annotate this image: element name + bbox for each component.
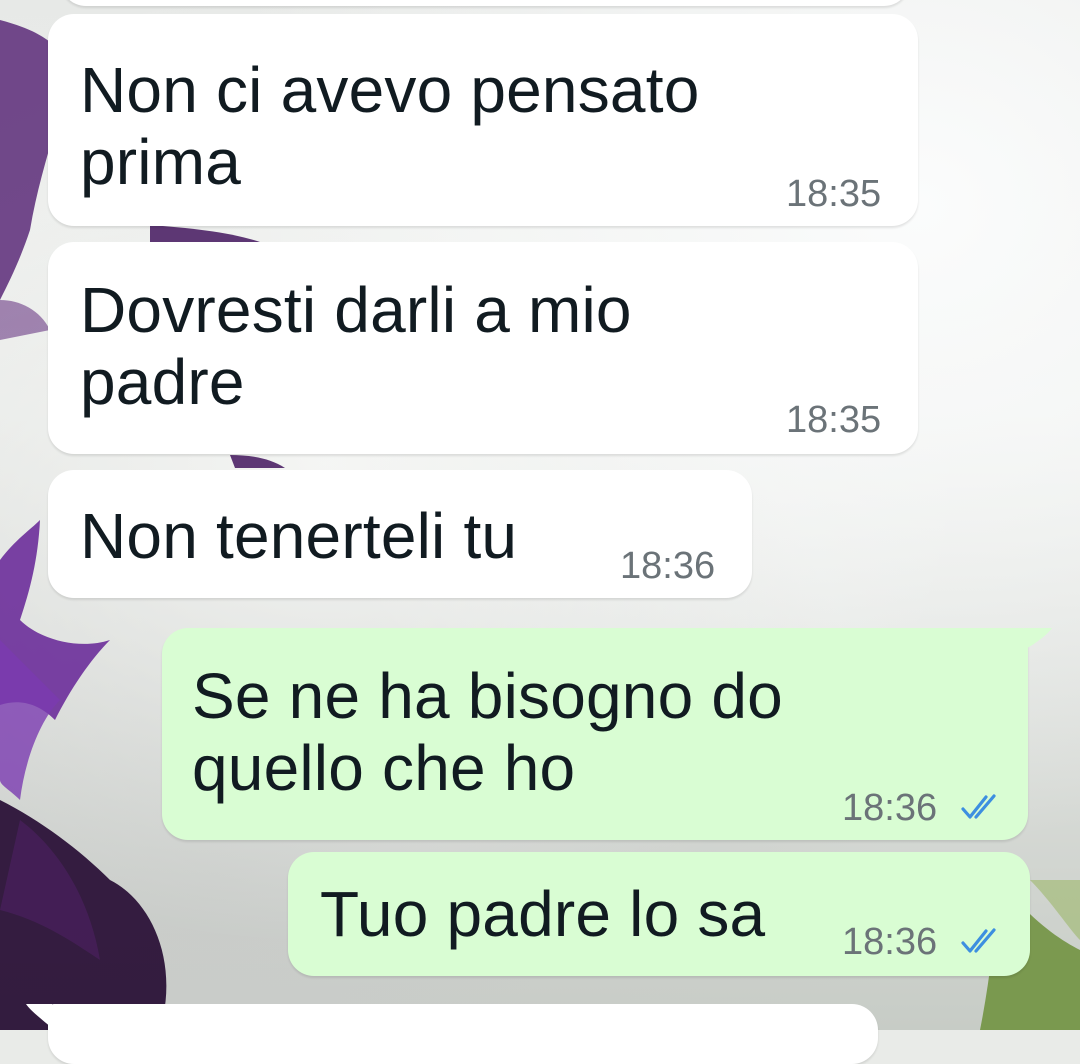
message-text: Non ci avevo pensato prima — [80, 54, 700, 198]
double-check-icon — [961, 794, 996, 819]
message-text: Tuo padre lo sa — [320, 878, 766, 950]
message-bubble-incoming[interactable]: Non ci avevo pensato prima 18:35 — [48, 14, 918, 226]
message-timestamp: 18:36 — [842, 921, 938, 963]
bubble-tail — [26, 1004, 52, 1028]
message-timestamp: 18:36 — [620, 545, 716, 587]
message-timestamp: 18:35 — [786, 399, 882, 441]
bubble-tail — [1024, 628, 1052, 650]
message-timestamp: 18:36 — [842, 787, 938, 829]
message-bubble-partial-top — [60, 0, 910, 6]
message-list[interactable]: Non ci avevo pensato prima 18:35 Dovrest… — [0, 0, 1080, 1064]
message-bubble-incoming[interactable]: Dovresti darli a mio padre 18:35 — [48, 242, 918, 454]
message-text: Dovresti darli a mio padre — [80, 274, 632, 418]
message-bubble-outgoing[interactable]: Tuo padre lo sa 18:36 — [288, 852, 1030, 976]
message-bubble-incoming[interactable]: Non tenerteli tu 18:36 — [48, 470, 752, 598]
double-check-icon — [961, 928, 996, 953]
message-timestamp: 18:35 — [786, 173, 882, 215]
message-bubble-partial-bottom — [48, 1004, 878, 1064]
message-bubble-outgoing[interactable]: Se ne ha bisogno do quello che ho 18:36 — [162, 628, 1028, 840]
message-text: Non tenerteli tu — [80, 500, 518, 572]
message-text: Se ne ha bisogno do quello che ho — [192, 660, 783, 804]
